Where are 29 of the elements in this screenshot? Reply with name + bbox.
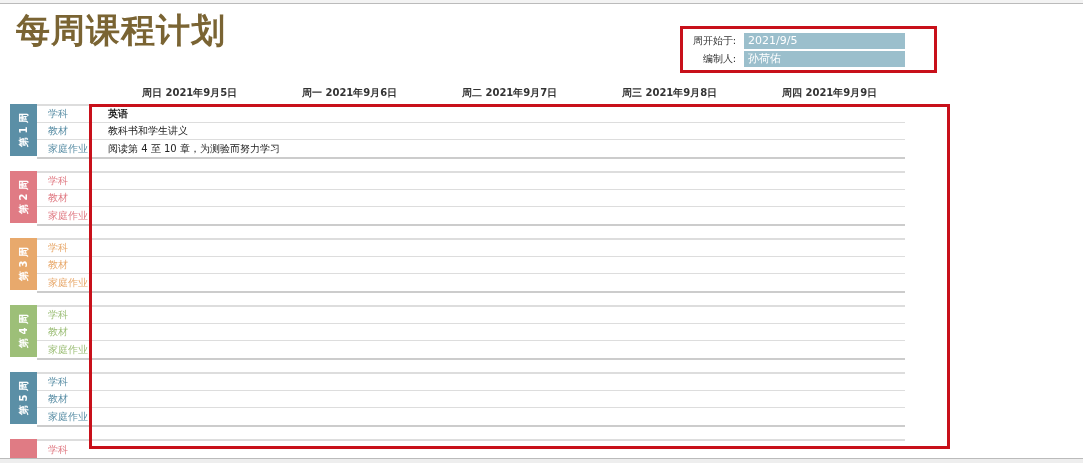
field-label: 家庭作业 bbox=[47, 409, 89, 424]
field-label: 学科 bbox=[47, 107, 69, 121]
page-title: 每周课程计划 bbox=[16, 9, 227, 52]
field-label: 学科 bbox=[47, 442, 69, 457]
field-label: 教材 bbox=[47, 124, 69, 138]
field-label: 学科 bbox=[47, 308, 69, 322]
field-label: 学科 bbox=[47, 241, 69, 255]
field-label: 家庭作业 bbox=[47, 141, 89, 156]
field-label: 教材 bbox=[47, 258, 69, 272]
field-label: 教材 bbox=[47, 392, 69, 406]
field-label: 家庭作业 bbox=[47, 275, 89, 290]
field-label: 教材 bbox=[47, 191, 69, 205]
info-field[interactable]: 2021/9/5 bbox=[744, 33, 905, 49]
day-header: 周三 2021年9月8日 bbox=[622, 86, 719, 100]
day-header: 周一 2021年9月6日 bbox=[302, 86, 399, 100]
field-label: 家庭作业 bbox=[47, 342, 89, 357]
info-label: 编制人: bbox=[701, 52, 737, 66]
day-header: 周二 2021年9月7日 bbox=[462, 86, 559, 100]
table-cell: 英语 bbox=[108, 107, 128, 121]
table-cell: 教科书和学生讲义 bbox=[108, 124, 188, 138]
day-header: 周四 2021年9月9日 bbox=[782, 86, 879, 100]
table-cell: 阅读第 4 至 10 章，为测验而努力学习 bbox=[108, 141, 280, 156]
day-header: 周日 2021年9月5日 bbox=[142, 86, 239, 100]
field-label: 教材 bbox=[47, 325, 69, 339]
field-label: 家庭作业 bbox=[47, 208, 89, 223]
info-field[interactable]: 孙荷佑 bbox=[744, 51, 905, 67]
field-label: 学科 bbox=[47, 375, 69, 389]
field-label: 学科 bbox=[47, 174, 69, 188]
info-label: 周开始于: bbox=[691, 34, 737, 48]
